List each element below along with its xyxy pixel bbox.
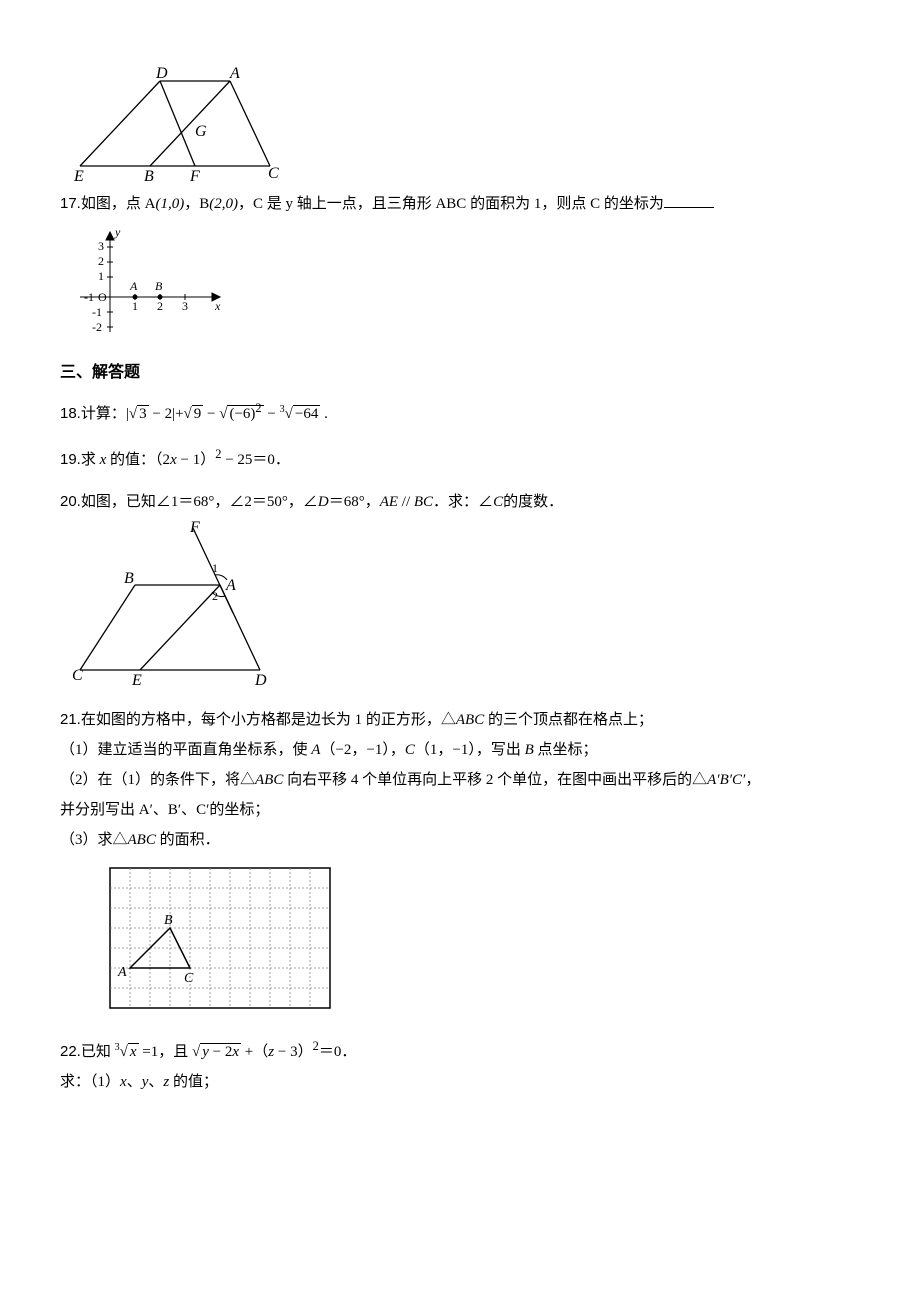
diagram-grid: A B C xyxy=(100,858,340,1018)
q17-coord-b: (2,0) xyxy=(209,196,238,212)
svg-text:2: 2 xyxy=(98,254,104,268)
svg-text:-2: -2 xyxy=(92,320,102,334)
question-19: 19.求 x 的值：（2x − 1）2 − 25＝0． xyxy=(60,444,860,472)
svg-text:D: D xyxy=(155,66,168,82)
section-3-title: 三、解答题 xyxy=(60,360,860,386)
q20-num: 20. xyxy=(60,493,81,510)
q22-sub1: 求：（1）x、y、z 的值； xyxy=(60,1070,860,1094)
q19-num: 19. xyxy=(60,451,81,468)
q22-num: 22. xyxy=(60,1043,81,1060)
q18-prefix: 计算：| xyxy=(81,406,129,422)
q17-coord-a: (1,0) xyxy=(155,196,184,212)
svg-text:F: F xyxy=(189,520,200,536)
svg-text:A: A xyxy=(229,66,240,82)
q17-text-a: 如图，点 A xyxy=(81,196,156,212)
q22-text-a: 已知 xyxy=(81,1044,115,1060)
question-20: 20.如图，已知∠1＝68°，∠2＝50°，∠D＝68°，AE // BC．求：… xyxy=(60,490,860,690)
q21-num: 21. xyxy=(60,711,81,728)
diagram-q20: F B A C E D 1 2 xyxy=(70,520,290,690)
svg-text:D: D xyxy=(254,672,267,689)
figure-q16: D A E B F C G xyxy=(60,66,860,186)
svg-text:3: 3 xyxy=(98,239,104,253)
svg-text:1: 1 xyxy=(98,269,104,283)
q17-text-b: ，B xyxy=(184,196,209,212)
q21-line1: 在如图的方格中，每个小方格都是边长为 1 的正方形，△ABC 的三个顶点都在格点… xyxy=(81,712,653,728)
q18-period: . xyxy=(320,406,328,422)
q18-num: 18. xyxy=(60,405,81,422)
svg-text:G: G xyxy=(195,123,207,140)
question-17: 17.如图，点 A(1,0)，B(2,0)，C 是 y 轴上一点，且三角形 AB… xyxy=(60,192,860,342)
svg-text:-1: -1 xyxy=(84,290,94,304)
svg-text:O: O xyxy=(98,290,107,304)
diagram-axes: y x O 1 2 3 1 2 3 -1 -1 -2 A B xyxy=(70,222,230,342)
q20-text: 如图，已知∠1＝68°，∠2＝50°，∠D＝68°，AE // BC．求：∠C的… xyxy=(81,494,563,510)
svg-text:B: B xyxy=(155,279,163,293)
svg-text:1: 1 xyxy=(132,299,138,313)
svg-text:C: C xyxy=(72,667,83,684)
q22-text-b: =1，且 xyxy=(139,1044,192,1060)
q21-sub2: （2）在（1）的条件下，将△ABC 向右平移 4 个单位再向上平移 2 个单位，… xyxy=(60,768,860,792)
svg-text:A: A xyxy=(129,279,138,293)
question-22: 22.已知 3√x =1，且 √y − 2x +（z − 3）2＝0． 求：（1… xyxy=(60,1036,860,1094)
q18-m2: − xyxy=(203,406,219,422)
svg-text:E: E xyxy=(73,168,84,185)
svg-text:F: F xyxy=(189,168,200,185)
svg-text:y: y xyxy=(114,225,121,239)
svg-text:B: B xyxy=(144,168,154,185)
svg-text:C: C xyxy=(184,971,194,986)
q22-text-c: +（z − 3）2＝0． xyxy=(241,1044,356,1060)
q18-m1: − 2|+ xyxy=(149,406,184,422)
q21-sub3: （3）求△ABC 的面积． xyxy=(60,828,860,852)
q18-m3: − xyxy=(264,406,280,422)
q17-num: 17. xyxy=(60,195,81,212)
q21-sub2-cont: 并分别写出 A′、B′、C′的坐标； xyxy=(60,798,860,822)
svg-text:2: 2 xyxy=(157,299,163,313)
blank-fill[interactable] xyxy=(664,192,714,208)
svg-text:E: E xyxy=(131,672,142,689)
svg-text:x: x xyxy=(214,299,221,313)
svg-text:A: A xyxy=(117,965,127,980)
svg-text:C: C xyxy=(268,165,279,182)
question-21: 21.在如图的方格中，每个小方格都是边长为 1 的正方形，△ABC 的三个顶点都… xyxy=(60,708,860,1018)
svg-text:1: 1 xyxy=(212,561,218,575)
svg-text:B: B xyxy=(124,570,134,587)
diagram-trapezoid: D A E B F C G xyxy=(70,66,280,186)
q21-sub1: （1）建立适当的平面直角坐标系，使 A（−2，−1），C（1，−1），写出 B … xyxy=(60,738,860,762)
q19-text: 求 x 的值：（2x − 1）2 − 25＝0． xyxy=(81,452,290,468)
svg-text:-1: -1 xyxy=(92,305,102,319)
q17-text-c: ，C 是 y 轴上一点，且三角形 ABC 的面积为 1，则点 C 的坐标为 xyxy=(238,196,664,212)
svg-text:3: 3 xyxy=(182,299,188,313)
question-18: 18.计算：|√3 − 2|+√9 − √(−6)2 − 3√−64 . xyxy=(60,398,860,426)
svg-text:B: B xyxy=(164,913,173,928)
